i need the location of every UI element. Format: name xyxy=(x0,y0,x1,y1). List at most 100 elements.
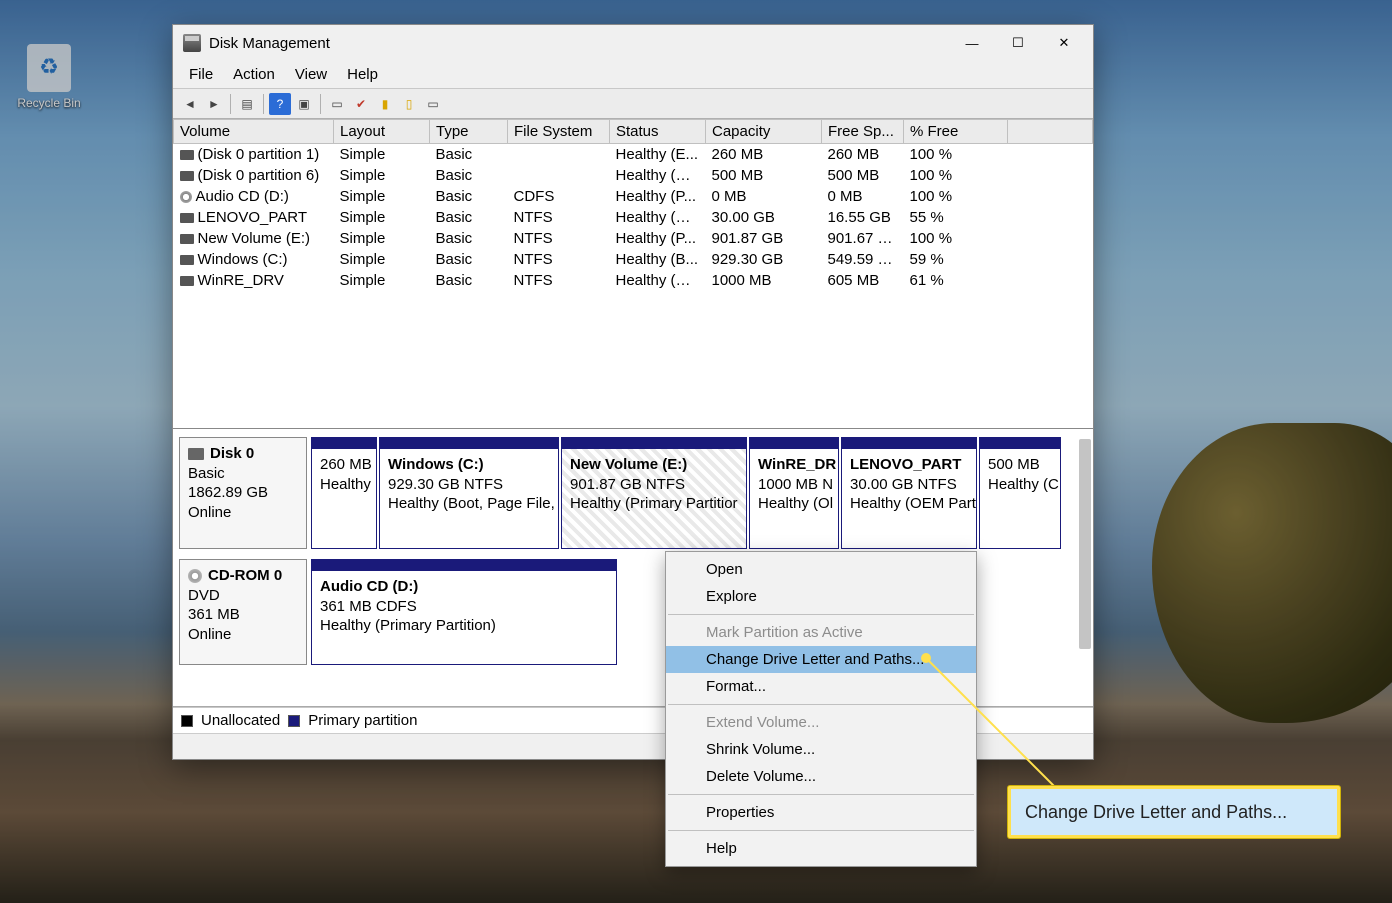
ctx-explore[interactable]: Explore xyxy=(666,583,976,610)
ctx-properties[interactable]: Properties xyxy=(666,799,976,826)
disk-button[interactable]: ▭ xyxy=(326,93,348,115)
volume-header-row: Volume Layout Type File System Status Ca… xyxy=(174,120,1093,144)
menu-view[interactable]: View xyxy=(285,64,337,85)
cell-layout: Simple xyxy=(334,228,430,249)
partition-status: Healthy (Boot, Page File, xyxy=(388,494,550,514)
ctx-change-drive-letter[interactable]: Change Drive Letter and Paths... xyxy=(666,646,976,673)
cdrom-icon xyxy=(188,569,202,583)
maximize-button[interactable]: ☐ xyxy=(995,28,1041,58)
titlebar[interactable]: Disk Management — ☐ ✕ xyxy=(173,25,1093,61)
ctx-extend: Extend Volume... xyxy=(666,709,976,736)
cell-pct: 100 % xyxy=(904,165,1008,186)
disk-label[interactable]: Disk 0Basic1862.89 GBOnline xyxy=(179,437,307,549)
cell-type: Basic xyxy=(430,186,508,207)
menu-file[interactable]: File xyxy=(179,64,223,85)
callout-box: Change Drive Letter and Paths... xyxy=(1008,786,1340,838)
partition[interactable]: LENOVO_PART30.00 GB NTFSHealthy (OEM Par… xyxy=(841,437,977,549)
gfx-scrollbar[interactable] xyxy=(1079,435,1091,700)
help-button[interactable]: ? xyxy=(269,93,291,115)
calendar-button[interactable]: ▣ xyxy=(293,93,315,115)
partition-name: Audio CD (D:) xyxy=(320,577,608,597)
cell-cap: 929.30 GB xyxy=(706,249,822,270)
cell-cap: 901.87 GB xyxy=(706,228,822,249)
col-free[interactable]: Free Sp... xyxy=(822,120,904,144)
volume-name: (Disk 0 partition 1) xyxy=(198,146,320,163)
cell-fs: NTFS xyxy=(508,270,610,291)
cell-status: Healthy (P... xyxy=(610,228,706,249)
volume-name: New Volume (E:) xyxy=(198,230,311,247)
cell-fs xyxy=(508,144,610,165)
cell-status: Healthy (B... xyxy=(610,249,706,270)
cell-status: Healthy (… xyxy=(610,270,706,291)
cell-type: Basic xyxy=(430,165,508,186)
cell-fs: NTFS xyxy=(508,228,610,249)
cd-volume-icon xyxy=(180,191,192,203)
volume-row[interactable]: New Volume (E:) SimpleBasicNTFSHealthy (P… xyxy=(174,228,1093,249)
cell-type: Basic xyxy=(430,144,508,165)
ctx-shrink[interactable]: Shrink Volume... xyxy=(666,736,976,763)
cell-layout: Simple xyxy=(334,144,430,165)
volume-name: WinRE_DRV xyxy=(198,272,284,289)
partition-size: 901.87 GB NTFS xyxy=(570,475,738,495)
close-button[interactable]: ✕ xyxy=(1041,28,1087,58)
col-filler xyxy=(1008,120,1093,144)
volume-row[interactable]: Audio CD (D:)SimpleBasicCDFSHealthy (P..… xyxy=(174,186,1093,207)
menu-action[interactable]: Action xyxy=(223,64,285,85)
ctx-open[interactable]: Open xyxy=(666,556,976,583)
ctx-help[interactable]: Help xyxy=(666,835,976,862)
volume-row[interactable]: (Disk 0 partition 1)SimpleBasicHealthy (… xyxy=(174,144,1093,165)
partition-status: Healthy (C xyxy=(988,475,1052,495)
new-striped-button[interactable]: ▯ xyxy=(398,93,420,115)
new-simple-button[interactable]: ▮ xyxy=(374,93,396,115)
col-status[interactable]: Status xyxy=(610,120,706,144)
partition[interactable]: 260 MBHealthy xyxy=(311,437,377,549)
col-layout[interactable]: Layout xyxy=(334,120,430,144)
ctx-format[interactable]: Format... xyxy=(666,673,976,700)
minimize-button[interactable]: — xyxy=(949,28,995,58)
cell-status: Healthy (P... xyxy=(610,186,706,207)
col-type[interactable]: Type xyxy=(430,120,508,144)
cell-pct: 55 % xyxy=(904,207,1008,228)
disk-volume-icon xyxy=(180,255,194,265)
up-button[interactable]: ▤ xyxy=(236,93,258,115)
disk-volume-icon xyxy=(180,234,194,244)
volume-row[interactable]: Windows (C:)SimpleBasicNTFSHealthy (B...… xyxy=(174,249,1093,270)
col-pct[interactable]: % Free xyxy=(904,120,1008,144)
gfx-scrollbar-thumb[interactable] xyxy=(1079,439,1091,649)
volume-row[interactable]: (Disk 0 partition 6)SimpleBasicHealthy (… xyxy=(174,165,1093,186)
col-volume[interactable]: Volume xyxy=(174,120,334,144)
cell-type: Basic xyxy=(430,207,508,228)
partition-name: WinRE_DR xyxy=(758,455,830,475)
volume-row[interactable]: WinRE_DRV SimpleBasicNTFSHealthy (…1000 M… xyxy=(174,270,1093,291)
partition[interactable]: New Volume (E:)901.87 GB NTFSHealthy (Pr… xyxy=(561,437,747,549)
partition-size: 1000 MB N xyxy=(758,475,830,495)
window-title: Disk Management xyxy=(209,35,330,52)
col-capacity[interactable]: Capacity xyxy=(706,120,822,144)
partition[interactable]: Audio CD (D:)361 MB CDFSHealthy (Primary… xyxy=(311,559,617,665)
forward-button[interactable]: ► xyxy=(203,93,225,115)
partition[interactable]: WinRE_DR1000 MB NHealthy (Ol xyxy=(749,437,839,549)
col-fs[interactable]: File System xyxy=(508,120,610,144)
partition-size: 260 MB xyxy=(320,455,368,475)
partition[interactable]: 500 MBHealthy (C xyxy=(979,437,1061,549)
menu-help[interactable]: Help xyxy=(337,64,388,85)
cell-cap: 1000 MB xyxy=(706,270,822,291)
cell-free: 549.59 GB xyxy=(822,249,904,270)
cell-fs: NTFS xyxy=(508,207,610,228)
cell-type: Basic xyxy=(430,228,508,249)
more-button[interactable]: ▭ xyxy=(422,93,444,115)
cell-pct: 100 % xyxy=(904,186,1008,207)
cell-fs: NTFS xyxy=(508,249,610,270)
cell-cap: 500 MB xyxy=(706,165,822,186)
cell-layout: Simple xyxy=(334,270,430,291)
disk-label[interactable]: CD-ROM 0DVD361 MBOnline xyxy=(179,559,307,665)
cell-type: Basic xyxy=(430,270,508,291)
volume-row[interactable]: LENOVO_PARTSimpleBasicNTFSHealthy (…30.0… xyxy=(174,207,1093,228)
cell-layout: Simple xyxy=(334,249,430,270)
check-button[interactable]: ✔ xyxy=(350,93,372,115)
ctx-delete[interactable]: Delete Volume... xyxy=(666,763,976,790)
partition-status: Healthy (Ol xyxy=(758,494,830,514)
back-button[interactable]: ◄ xyxy=(179,93,201,115)
cell-free: 901.67 GB xyxy=(822,228,904,249)
partition[interactable]: Windows (C:)929.30 GB NTFSHealthy (Boot,… xyxy=(379,437,559,549)
